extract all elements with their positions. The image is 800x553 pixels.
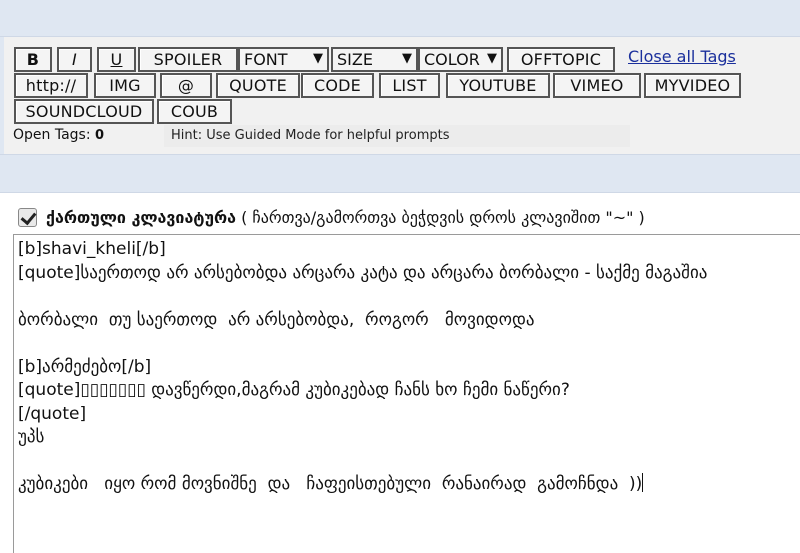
offtopic-button[interactable]: OFFTOPIC — [507, 47, 615, 72]
top-band — [0, 0, 800, 37]
color-select-value: COLOR — [424, 50, 480, 69]
separator-band — [0, 154, 800, 193]
georgian-keyboard-label: ქართული კლავიატურა ( ჩართვა/გამორთვა ბეჭ… — [46, 208, 645, 227]
font-select-value: FONT — [244, 50, 288, 69]
editor-line-last: კუბიკები იყო რომ მოვნიშნე და ჩაფეისთებულ… — [18, 473, 800, 497]
georgian-keyboard-toggle: ქართული კლავიატურა ( ჩართვა/გამორთვა ბეჭ… — [18, 208, 645, 227]
list-button[interactable]: LIST — [379, 73, 440, 98]
editor-line: [/quote] — [18, 403, 87, 424]
code-button[interactable]: CODE — [301, 73, 374, 98]
open-tags-count: 0 — [95, 128, 105, 143]
chevron-down-icon: ▼ — [313, 51, 323, 66]
editor-line: [b]არმეძებო[/b] — [18, 356, 152, 377]
underline-button[interactable]: U — [97, 47, 136, 72]
editor-line: [b]shavi_kheli[/b] — [18, 239, 166, 259]
hint-bar: Hint: Use Guided Mode for helpful prompt… — [164, 125, 630, 147]
message-textarea[interactable]: [b]shavi_kheli[/b] [quote]საერთოდ არ არს… — [13, 234, 800, 553]
underline-button-label: U — [110, 50, 123, 69]
myvideo-button[interactable]: MYVIDEO — [644, 73, 741, 98]
size-select[interactable]: SIZE ▼ — [331, 47, 418, 72]
text-caret — [642, 473, 644, 492]
editor-line: უპს — [18, 427, 45, 447]
open-tags-label: Open Tags: — [13, 127, 91, 143]
img-button[interactable]: IMG — [94, 73, 156, 98]
font-select[interactable]: FONT ▼ — [238, 47, 329, 72]
georgian-keyboard-title: ქართული კლავიატურა — [46, 208, 236, 227]
vimeo-button[interactable]: VIMEO — [553, 73, 641, 98]
coub-button[interactable]: COUB — [157, 99, 232, 124]
italic-button[interactable]: I — [57, 47, 92, 72]
georgian-keyboard-note: ( ჩართვა/გამორთვა ბეჭდვის დროს კლავიშით … — [241, 208, 645, 227]
editor-line: ბორბალი თუ საერთოდ არ არსებობდა, როგორ მ… — [18, 309, 535, 330]
color-select[interactable]: COLOR ▼ — [418, 47, 503, 72]
spoiler-button[interactable]: SPOILER — [138, 47, 238, 72]
quote-button[interactable]: QUOTE — [216, 73, 300, 98]
mention-button[interactable]: @ — [160, 73, 212, 98]
editor-line-text: კუბიკები იყო რომ მოვნიშნე და ჩაფეისთებულ… — [18, 474, 643, 494]
chevron-down-icon: ▼ — [402, 51, 412, 66]
url-button[interactable]: http:// — [14, 73, 88, 98]
open-tags-status: Open Tags: 0 — [13, 127, 104, 143]
bold-button[interactable]: B — [14, 47, 52, 72]
size-select-value: SIZE — [337, 50, 373, 69]
editor-line: [quote]საერთოდ არ არსებობდა არცარა კატა … — [18, 262, 708, 283]
chevron-down-icon: ▼ — [487, 51, 497, 66]
soundcloud-button[interactable]: SOUNDCLOUD — [14, 99, 154, 124]
editor-line: [quote]▯▯▯▯▯▯▯ დავწერდი,მაგრამ კუბიკებად… — [18, 380, 570, 400]
close-all-tags-link[interactable]: Close all Tags — [628, 47, 736, 66]
georgian-keyboard-checkbox[interactable] — [18, 208, 37, 227]
youtube-button[interactable]: YOUTUBE — [446, 73, 550, 98]
